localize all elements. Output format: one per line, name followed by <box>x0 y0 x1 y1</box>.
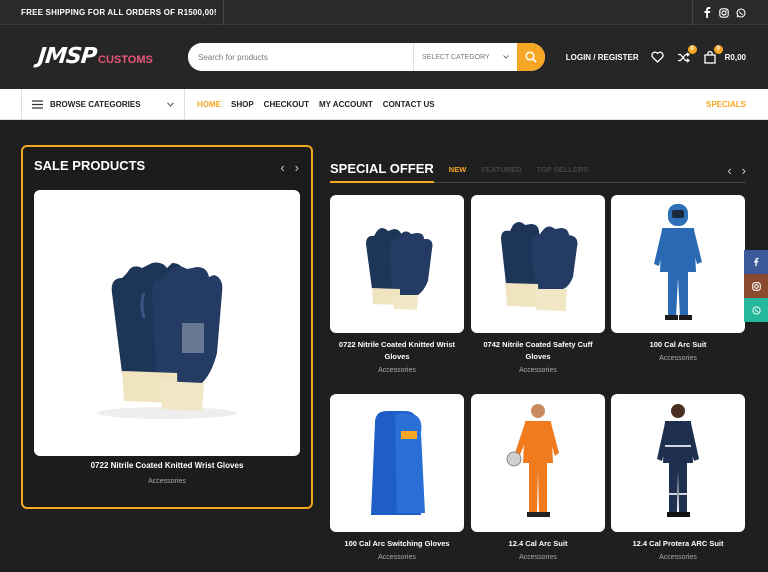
product-image[interactable] <box>471 195 605 333</box>
facebook-share-button[interactable] <box>744 250 768 274</box>
chevron-down-icon <box>167 102 174 107</box>
chevron-down-icon <box>503 55 509 59</box>
search-input[interactable] <box>188 43 413 71</box>
nav-item-my-account[interactable]: MY ACCOUNT <box>319 100 373 109</box>
heart-icon <box>651 51 664 63</box>
sale-product-category[interactable]: Accessories <box>23 478 311 485</box>
instagram-icon <box>751 281 761 291</box>
chevron-right-icon[interactable]: › <box>295 160 299 175</box>
product-name[interactable]: 12.4 Cal Protera ARC Suit <box>611 538 745 550</box>
product-name[interactable]: 0722 Nitrile Coated Knitted Wrist Gloves <box>330 339 464 363</box>
product-category[interactable]: Accessories <box>471 554 605 561</box>
category-select-label: SELECT CATEGORY <box>422 53 490 61</box>
product-name[interactable]: 100 Cal Arc Switching Gloves <box>330 538 464 550</box>
shipping-notice: FREE SHIPPING FOR ALL ORDERS OF R1500,00… <box>21 0 224 25</box>
nav-item-shop[interactable]: SHOP <box>231 100 254 109</box>
product-category[interactable]: Accessories <box>611 554 745 561</box>
glove-image <box>366 228 433 310</box>
site-logo[interactable]: JMSP CUSTOMS <box>36 44 153 69</box>
product-card[interactable]: 0742 Nitrile Coated Safety Cuff Gloves A… <box>471 195 605 374</box>
shuffle-icon <box>678 51 691 63</box>
sale-products-title: SALE PRODUCTS <box>34 158 146 173</box>
whatsapp-share-button[interactable] <box>744 298 768 322</box>
cart-total: R0,00 <box>724 52 746 62</box>
product-card[interactable]: 100 Cal Arc Switching Gloves Accessories <box>330 394 464 561</box>
search-bar: SELECT CATEGORY <box>188 43 545 71</box>
whatsapp-icon[interactable] <box>735 7 746 18</box>
arc-gloves-image <box>371 411 425 515</box>
product-card[interactable]: 100 Cal Arc Suit Accessories <box>611 195 745 362</box>
glove-image <box>97 262 237 419</box>
top-social-links <box>692 0 746 25</box>
sale-product-name[interactable]: 0722 Nitrile Coated Knitted Wrist Gloves <box>23 461 311 470</box>
nav-item-checkout[interactable]: CHECKOUT <box>264 100 309 109</box>
chevron-right-icon[interactable]: › <box>742 163 746 178</box>
product-image[interactable] <box>611 394 745 532</box>
browse-categories-label: BROWSE CATEGORIES <box>50 100 141 109</box>
sale-carousel-arrows: ‹ › <box>280 160 299 175</box>
facebook-icon <box>754 257 759 267</box>
instagram-share-button[interactable] <box>744 274 768 298</box>
arc-suit-image <box>654 203 702 320</box>
nav-item-contact-us[interactable]: CONTACT US <box>383 100 435 109</box>
nav-item-specials[interactable]: SPECIALS <box>706 89 746 120</box>
product-image[interactable] <box>330 195 464 333</box>
cart-button[interactable]: 0 R0,00 <box>703 45 746 64</box>
product-name[interactable]: 0742 Nitrile Coated Safety Cuff Gloves <box>471 339 605 363</box>
top-bar: FREE SHIPPING FOR ALL ORDERS OF R1500,00… <box>0 0 768 25</box>
cart-icon-wrap: 0 <box>703 45 723 64</box>
tab-top-sellers[interactable]: TOP SELLERS <box>537 165 589 182</box>
offer-carousel-arrows: ‹ › <box>727 163 746 178</box>
product-name[interactable]: 100 Cal Arc Suit <box>611 339 745 351</box>
facebook-icon[interactable] <box>701 7 712 18</box>
hamburger-icon <box>32 100 43 109</box>
main-navigation: BROWSE CATEGORIES HOME SHOP CHECKOUT MY … <box>0 89 768 120</box>
category-select[interactable]: SELECT CATEGORY <box>413 43 517 71</box>
special-offer-title: SPECIAL OFFER <box>330 161 434 183</box>
product-image[interactable] <box>471 394 605 532</box>
chevron-left-icon[interactable]: ‹ <box>280 160 284 175</box>
logo-main-text: JMSP <box>36 44 98 69</box>
product-card[interactable]: 12.4 Cal Protera ARC Suit Accessories <box>611 394 745 561</box>
special-offer-tabs: SPECIAL OFFER NEW FEATURED TOP SELLERS <box>330 158 746 183</box>
whatsapp-icon <box>751 305 761 315</box>
nav-menu: HOME SHOP CHECKOUT MY ACCOUNT CONTACT US <box>197 89 435 120</box>
product-name[interactable]: 12.4 Cal Arc Suit <box>471 538 605 550</box>
header-actions: LOGIN / REGISTER 0 0 R0,00 <box>566 43 746 71</box>
navy-arc-suit-image <box>657 403 699 517</box>
product-category[interactable]: Accessories <box>330 554 464 561</box>
logo-sub-text: CUSTOMS <box>98 54 153 66</box>
product-card[interactable]: 0722 Nitrile Coated Knitted Wrist Gloves… <box>330 195 464 374</box>
browse-categories-button[interactable]: BROWSE CATEGORIES <box>21 89 185 120</box>
glove-image <box>500 222 577 311</box>
chevron-left-icon[interactable]: ‹ <box>727 163 731 178</box>
product-category[interactable]: Accessories <box>471 367 605 374</box>
product-card[interactable]: 12.4 Cal Arc Suit Accessories <box>471 394 605 561</box>
sale-products-box: SALE PRODUCTS ‹ › 0722 Nitrile Coated Kn… <box>21 145 313 509</box>
shopping-bag-icon <box>703 50 716 64</box>
nav-item-home[interactable]: HOME <box>197 100 221 109</box>
floating-social-bar <box>744 250 768 322</box>
product-category[interactable]: Accessories <box>330 367 464 374</box>
search-icon <box>525 51 537 63</box>
tab-featured[interactable]: FEATURED <box>481 165 521 182</box>
orange-arc-suit-image <box>506 403 559 517</box>
wishlist-button[interactable] <box>651 50 665 64</box>
compare-button[interactable]: 0 <box>677 45 697 64</box>
login-register-link[interactable]: LOGIN / REGISTER <box>566 53 639 62</box>
instagram-icon[interactable] <box>718 7 729 18</box>
product-category[interactable]: Accessories <box>611 355 745 362</box>
product-image[interactable] <box>611 195 745 333</box>
cart-count-badge: 0 <box>713 45 723 54</box>
search-button[interactable] <box>517 43 545 71</box>
tab-new[interactable]: NEW <box>449 165 467 182</box>
sale-product-image[interactable] <box>34 190 300 456</box>
product-image[interactable] <box>330 394 464 532</box>
compare-count-badge: 0 <box>687 45 697 54</box>
